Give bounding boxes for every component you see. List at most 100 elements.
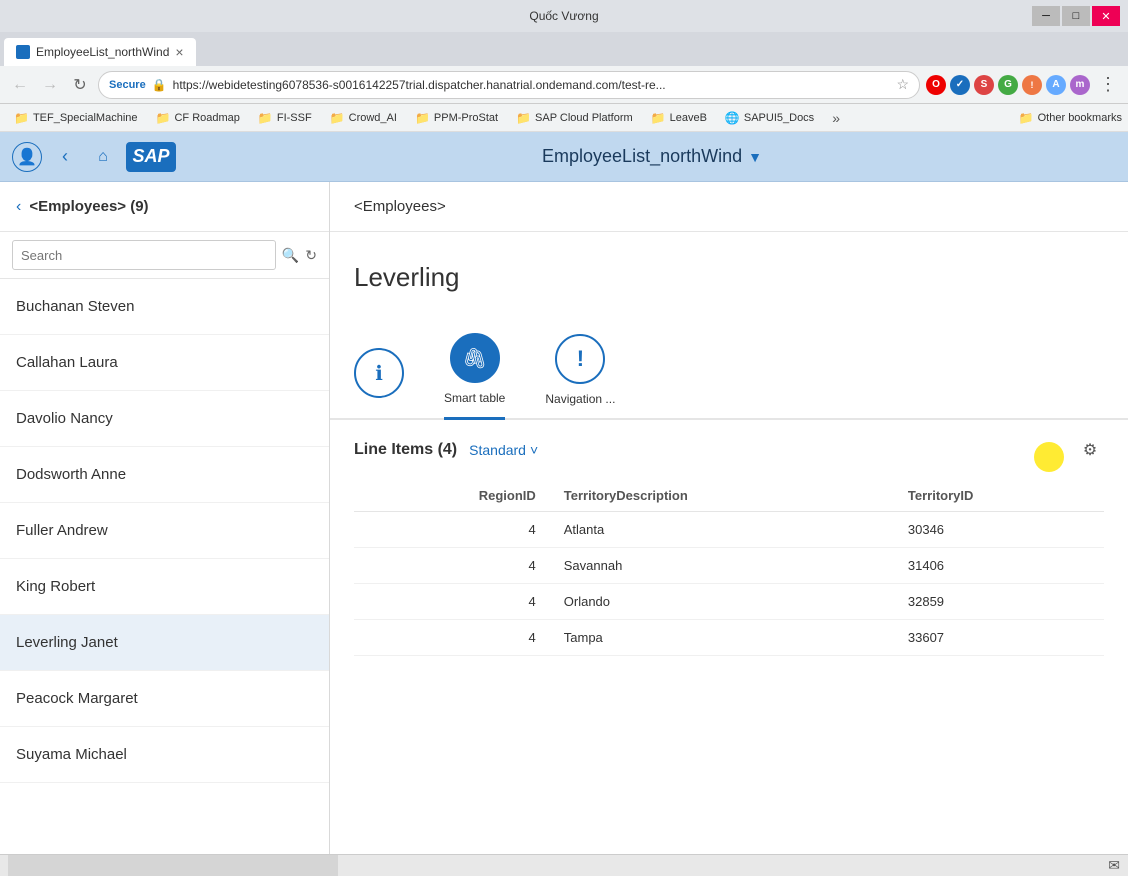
mouse-cursor [1034, 442, 1064, 472]
view-selector[interactable]: Standard ˅ [469, 442, 538, 458]
sap-back-button[interactable]: ‹ [50, 142, 80, 172]
cell-region-id: 4 [354, 584, 552, 620]
search-icon[interactable]: 🔍 [282, 247, 299, 264]
bookmark-label: CF Roadmap [174, 112, 239, 124]
reload-button[interactable]: ↻ [68, 73, 92, 97]
dropdown-chevron-icon: ˅ [530, 442, 538, 458]
sidebar-title: <Employees> (9) [29, 198, 148, 215]
minimize-button[interactable]: ─ [1032, 6, 1060, 26]
tab-navigation[interactable]: ! Navigation ... [545, 334, 615, 418]
ext-icon-6[interactable]: m [1070, 75, 1090, 95]
tab-info[interactable]: ℹ [354, 348, 404, 418]
cell-territory-id: 32859 [896, 584, 1104, 620]
sap-header-left: 👤 ‹ ⌂ SAP [12, 142, 176, 172]
list-item[interactable]: Suyama Michael [0, 727, 329, 783]
ext-icon-1[interactable]: ✓ [950, 75, 970, 95]
smart-table-tab-label: Smart table [444, 391, 505, 405]
list-item-label: Buchanan Steven [16, 298, 134, 315]
table-row: 4 Savannah 31406 [354, 548, 1104, 584]
browser-action-icons: O ✓ S G ! A m [926, 75, 1090, 95]
forward-button[interactable]: → [38, 73, 62, 97]
other-bookmarks-button[interactable]: 📁 Other bookmarks [1019, 111, 1122, 125]
bookmark-crowd[interactable]: 📁 Crowd_AI [322, 107, 405, 129]
bookmark-sapui5[interactable]: 🌐 SAPUI5_Docs [717, 107, 822, 129]
detail-breadcrumb: <Employees> [330, 182, 1128, 232]
list-item-label: King Robert [16, 578, 95, 595]
bookmark-label: SAPUI5_Docs [744, 112, 814, 124]
bookmark-cf[interactable]: 📁 CF Roadmap [148, 107, 248, 129]
table-row: 4 Orlando 32859 [354, 584, 1104, 620]
sidebar-header: ‹ <Employees> (9) [0, 182, 329, 232]
ext-icon-4[interactable]: ! [1022, 75, 1042, 95]
bookmarks-more-button[interactable]: » [828, 110, 844, 126]
list-item-label: Davolio Nancy [16, 410, 113, 427]
ext-icon-5[interactable]: A [1046, 75, 1066, 95]
list-item[interactable]: Dodsworth Anne [0, 447, 329, 503]
back-button[interactable]: ← [8, 73, 32, 97]
sap-app-title: EmployeeList_northWind ▼ [188, 146, 1116, 167]
cell-description: Savannah [552, 548, 896, 584]
detail-tabs: ℹ 🖇 Smart table ! Navigation ... [330, 313, 1128, 420]
bookmark-label: TEF_SpecialMachine [33, 112, 138, 124]
list-item-active[interactable]: Leverling Janet [0, 615, 329, 671]
tab-close-button[interactable]: × [175, 44, 183, 60]
opera-icon[interactable]: O [926, 75, 946, 95]
maximize-button[interactable]: □ [1062, 6, 1090, 26]
active-tab[interactable]: EmployeeList_northWind × [4, 38, 196, 66]
list-item[interactable]: Davolio Nancy [0, 391, 329, 447]
user-profile-icon[interactable]: 👤 [12, 142, 42, 172]
sidebar-search-area: 🔍 ↻ [0, 232, 329, 279]
list-item[interactable]: Peacock Margaret [0, 671, 329, 727]
col-region-id: RegionID [354, 480, 552, 512]
tab-label: EmployeeList_northWind [36, 45, 169, 59]
col-territory-id: TerritoryID [896, 480, 1104, 512]
line-items-table: RegionID TerritoryDescription TerritoryI… [354, 480, 1104, 656]
url-text: https://webidetesting6078536-s0016142257… [173, 78, 891, 92]
employee-name-heading: Leverling [354, 262, 1104, 293]
search-input[interactable] [12, 240, 276, 270]
list-item[interactable]: Buchanan Steven [0, 279, 329, 335]
bookmark-label: LeaveB [670, 112, 707, 124]
ext-icon-3[interactable]: G [998, 75, 1018, 95]
cell-region-id: 4 [354, 512, 552, 548]
sidebar-back-button[interactable]: ‹ [16, 198, 21, 216]
title-dropdown-icon[interactable]: ▼ [748, 149, 762, 165]
folder-icon: 📁 [415, 111, 430, 125]
sap-logo: SAP [126, 142, 176, 172]
bookmark-tef[interactable]: 📁 TEF_SpecialMachine [6, 107, 146, 129]
refresh-icon[interactable]: ↻ [305, 247, 317, 264]
status-bar-right: ✉ [338, 857, 1120, 874]
list-item[interactable]: King Robert [0, 559, 329, 615]
cell-territory-id: 33607 [896, 620, 1104, 656]
bookmark-ppm[interactable]: 📁 PPM-ProStat [407, 107, 506, 129]
ext-icon-2[interactable]: S [974, 75, 994, 95]
folder-icon: 📁 [330, 111, 345, 125]
browser-menu-button[interactable]: ⋮ [1096, 73, 1120, 97]
bookmark-sap-cloud[interactable]: 📁 SAP Cloud Platform [508, 107, 641, 129]
close-button[interactable]: ✕ [1092, 6, 1120, 26]
email-icon: ✉ [1108, 857, 1120, 874]
list-item[interactable]: Callahan Laura [0, 335, 329, 391]
sap-main-content: ‹ <Employees> (9) 🔍 ↻ Buchanan Steven Ca… [0, 182, 1128, 854]
detail-header: Leverling [330, 232, 1128, 313]
sap-home-button[interactable]: ⌂ [88, 142, 118, 172]
cell-description: Atlanta [552, 512, 896, 548]
address-box[interactable]: Secure 🔒 https://webidetesting6078536-s0… [98, 71, 920, 99]
cell-territory-id: 31406 [896, 548, 1104, 584]
info-tab-icon: ℹ [354, 348, 404, 398]
app-title-text: EmployeeList_northWind [542, 146, 742, 167]
folder-icon: 📁 [14, 111, 29, 125]
col-territory-desc: TerritoryDescription [552, 480, 896, 512]
bookmark-leave[interactable]: 📁 LeaveB [643, 107, 715, 129]
bookmark-fi[interactable]: 📁 FI-SSF [250, 107, 320, 129]
sap-header: 👤 ‹ ⌂ SAP EmployeeList_northWind ▼ [0, 132, 1128, 182]
tab-smart-table[interactable]: 🖇 Smart table [444, 333, 505, 420]
status-bar-left [8, 855, 338, 876]
list-item[interactable]: Fuller Andrew [0, 503, 329, 559]
star-icon[interactable]: ☆ [896, 76, 909, 93]
secure-badge: Secure [109, 79, 146, 91]
breadcrumb-text: <Employees> [354, 198, 446, 215]
list-item-label: Dodsworth Anne [16, 466, 126, 483]
line-items-section: Line Items (4) Standard ˅ ⚙ RegionID Te [330, 420, 1128, 672]
settings-icon[interactable]: ⚙ [1076, 436, 1104, 464]
